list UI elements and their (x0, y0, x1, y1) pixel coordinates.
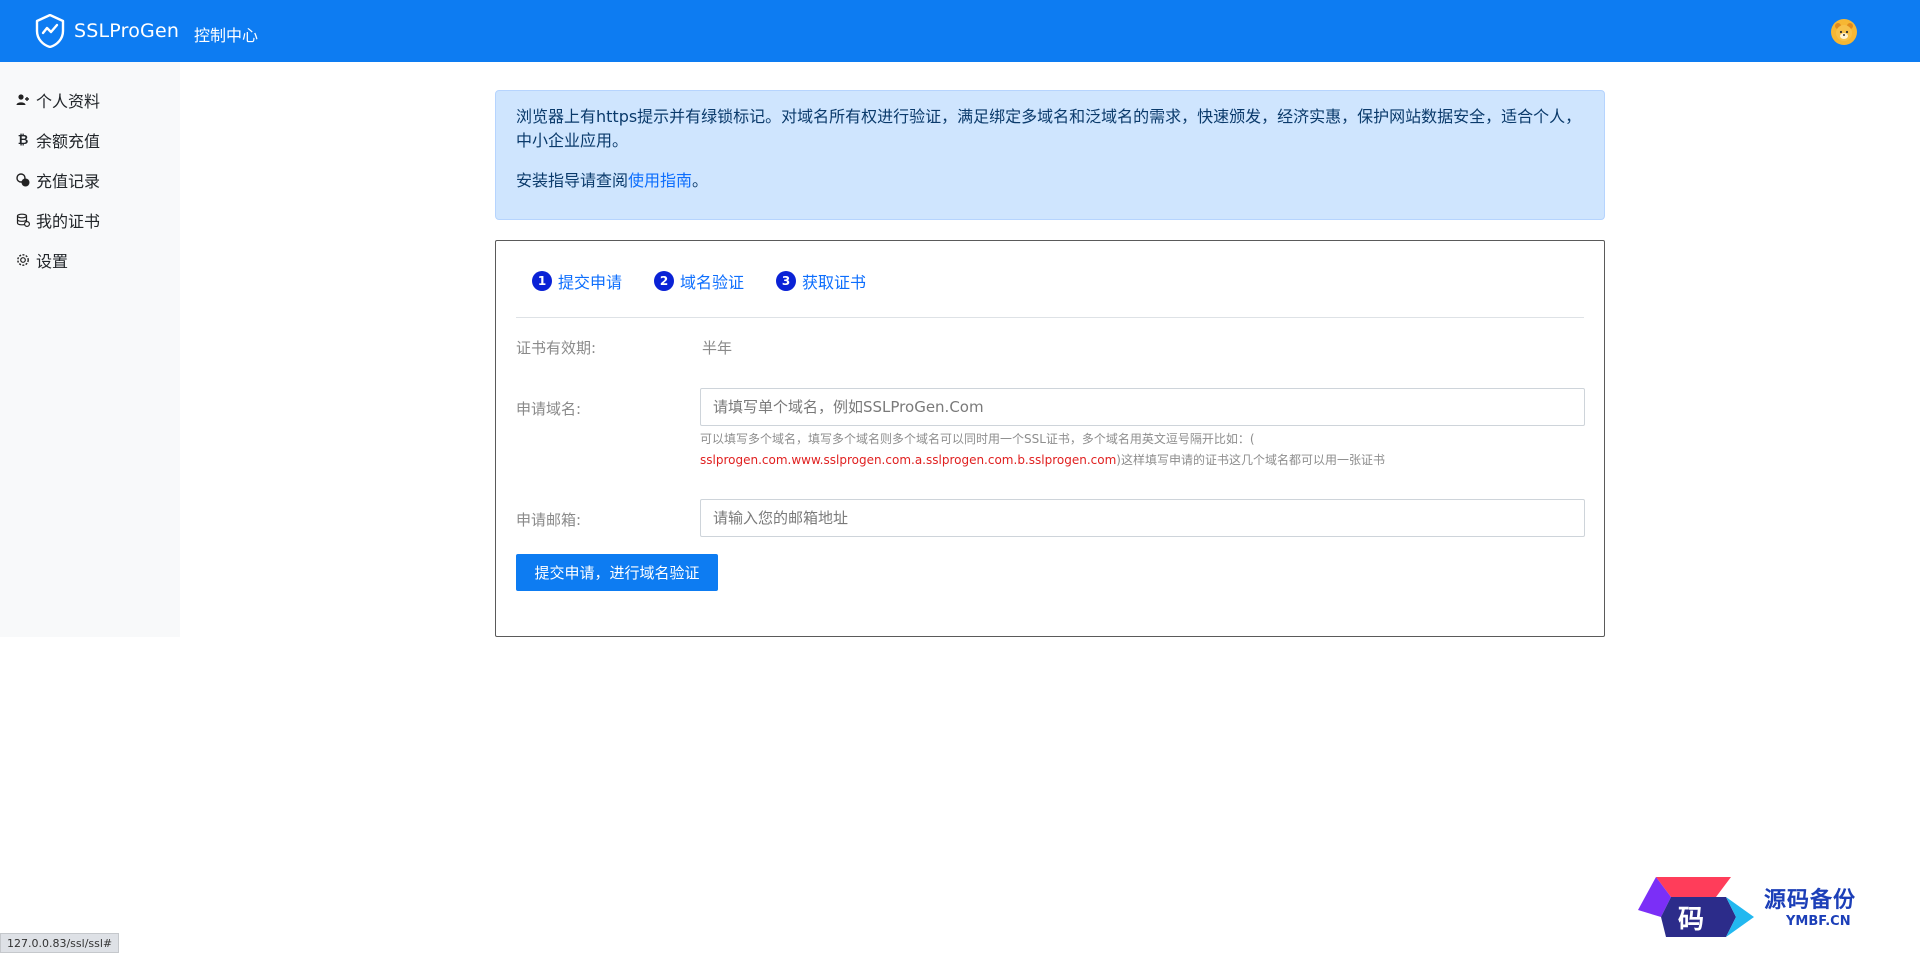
person-plus-icon (16, 93, 30, 107)
database-icon (16, 213, 30, 227)
avatar-bear-icon (1835, 23, 1853, 41)
step-number-3-icon: 3 (776, 271, 797, 291)
watermark-logo: 码 源码备份 YMBF.CN (1636, 872, 1920, 942)
step-get-certificate[interactable]: 3 获取证书 (776, 269, 866, 293)
step-label: 获取证书 (802, 273, 867, 292)
sidebar-item-recharge[interactable]: ₿ 余额充值 (16, 128, 100, 152)
domain-help-part1: 可以填写多个域名，填写多个域名则多个域名可以同时用一个SSL证书，多个域名用英文… (700, 432, 1255, 446)
step-number-2-icon: 2 (654, 271, 675, 291)
submit-application-button[interactable]: 提交申请，进行域名验证 (516, 554, 718, 591)
watermark-subtitle: YMBF.CN (1786, 914, 1851, 929)
sidebar-item-my-certificates[interactable]: 我的证书 (16, 208, 100, 232)
step-label: 域名验证 (680, 273, 745, 292)
certificate-application-card: 1 提交申请 2 域名验证 3 获取证书 证书有效期: 半年 申请域名: 可以填… (495, 240, 1605, 637)
watermark-title: 源码备份 (1764, 887, 1857, 913)
sidebar-item-recharge-history[interactable]: 充值记录 (16, 168, 100, 192)
domain-help-part2: )这样填写申请的证书这几个域名都可以用一张证书 (1116, 453, 1385, 467)
usage-guide-link[interactable]: 使用指南 (628, 171, 692, 190)
steps-nav: 1 提交申请 2 域名验证 3 获取证书 (532, 269, 898, 293)
nav-control-center[interactable]: 控制中心 (194, 22, 258, 46)
sidebar-item-profile[interactable]: 个人资料 (16, 88, 100, 112)
divider (516, 317, 1584, 318)
alert-guide-prefix: 安装指导请查阅 (516, 171, 629, 190)
sidebar: 个人资料 ₿ 余额充值 充值记录 我的证书 设置 (0, 62, 180, 637)
domain-help-text: 可以填写多个域名，填写多个域名则多个域名可以同时用一个SSL证书，多个域名用英文… (700, 429, 1585, 471)
info-alert: 浏览器上有https提示并有绿锁标记。对域名所有权进行验证，满足绑定多域名和泛域… (495, 90, 1605, 220)
alert-guide-suffix: 。 (692, 171, 709, 190)
domain-label: 申请域名: (516, 400, 582, 418)
alert-guide-line: 安装指导请查阅使用指南。 (516, 169, 1584, 193)
step-label: 提交申请 (558, 273, 623, 292)
step-submit-application[interactable]: 1 提交申请 (532, 269, 622, 293)
alert-description: 浏览器上有https提示并有绿锁标记。对域名所有权进行验证，满足绑定多域名和泛域… (516, 107, 1582, 150)
gear-icon (16, 253, 30, 267)
avatar[interactable] (1831, 19, 1857, 45)
domain-input[interactable] (700, 388, 1585, 426)
domain-help-example: sslprogen.com.www.sslprogen.com.a.sslpro… (700, 453, 1117, 467)
validity-label: 证书有效期: (516, 339, 597, 357)
status-bar-url: 127.0.0.83/ssl/ssl# (0, 933, 120, 953)
svg-text:码: 码 (1678, 905, 1704, 935)
validity-value: 半年 (702, 339, 733, 357)
brand-link[interactable]: SSLProGen (34, 14, 179, 48)
sidebar-item-label: 设置 (36, 252, 69, 271)
top-navbar: SSLProGen 控制中心 (0, 0, 1920, 62)
email-input[interactable] (700, 499, 1585, 537)
bitcoin-icon: ₿ (17, 133, 29, 148)
sidebar-item-label: 余额充值 (36, 132, 101, 151)
sidebar-item-label: 充值记录 (36, 172, 101, 191)
email-label: 申请邮箱: (516, 511, 582, 529)
watermark-emblem-icon: 码 (1638, 877, 1754, 937)
step-domain-verification[interactable]: 2 域名验证 (654, 269, 744, 293)
sidebar-item-label: 我的证书 (36, 212, 101, 231)
brand-name: SSLProGen (74, 20, 180, 42)
shield-logo-icon (35, 14, 65, 48)
sidebar-item-label: 个人资料 (36, 92, 101, 111)
coins-icon (16, 173, 30, 187)
sidebar-item-settings[interactable]: 设置 (16, 248, 68, 272)
step-number-1-icon: 1 (532, 271, 552, 291)
